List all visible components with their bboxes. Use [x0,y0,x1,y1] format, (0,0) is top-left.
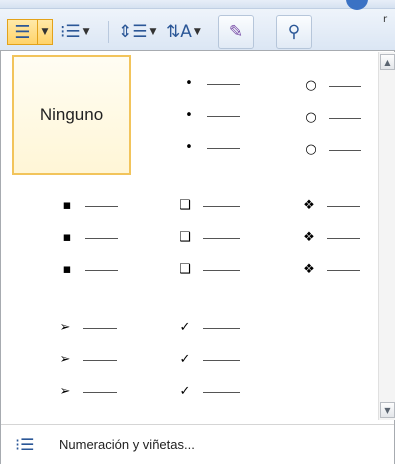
bullet-none-option[interactable]: Ninguno [12,55,131,175]
bullet-line [329,117,361,119]
bullet-arrow-icon: ➢ [59,384,71,399]
bullet-square-icon: ▪ [62,230,72,245]
scroll-down-icon[interactable]: ▼ [380,402,395,418]
bullets-list-icon: ⁝☰ [15,435,35,454]
bullet-line [203,327,240,329]
find-button[interactable]: ⚲ [276,15,312,49]
bullet-hollow-square-icon: ❑ [179,198,191,213]
scroll-up-icon[interactable]: ▲ [380,54,395,70]
bullet-line [203,205,240,207]
bullet-diamond-icon: ❖ [303,230,315,245]
bullet-hollow-square-icon: ❑ [179,262,191,277]
bullet-line [327,237,360,239]
bullet-line [203,359,240,361]
bullet-option-dot[interactable]: • • • [179,71,249,171]
bullet-option-circle[interactable]: ○ ○ ○ [301,73,373,173]
bullet-hollow-square-icon: ❑ [179,230,191,245]
bullet-option-hollow-square[interactable]: ❑ ❑ ❑ [175,199,249,279]
bullet-arrow-icon: ➢ [59,352,71,367]
vertical-scrollbar[interactable]: ▲ ▼ [378,52,395,420]
line-spacing-button[interactable]: ⇕☰ ▼ [118,19,156,45]
toolbar-separator [108,21,109,43]
bullet-line [207,83,240,85]
bullet-line [203,391,240,393]
bullet-line [83,327,117,329]
define-bullets-menu-item[interactable]: ⁝☰ Numeración y viñetas... [1,424,394,465]
bullets-split-button[interactable]: ☰ ▼ [7,19,53,45]
sort-icon: ⇅A [166,22,192,42]
bullet-line [329,85,361,87]
bullet-square-icon: ▪ [62,198,72,213]
bullet-line [203,269,240,271]
bullet-checkmark-icon: ✓ [179,384,191,399]
bullet-library-dropdown: Ninguno • • • ○ ○ ○ ▪ ▪ ▪ ❑ ❑ ❑ ❖ ❖ ❖ ➢ … [0,50,395,465]
bullet-option-checkmark[interactable]: ✓ ✓ ✓ [175,321,249,401]
chevron-down-icon[interactable]: ▼ [149,27,156,37]
line-spacing-icon: ⇕☰ [118,22,148,42]
bullet-dot-icon: • [185,108,193,123]
bullet-line [207,147,240,149]
numbering-icon: ⁝☰ [60,22,81,42]
bullet-line [329,149,361,151]
bullet-library-grid: Ninguno • • • ○ ○ ○ ▪ ▪ ▪ ❑ ❑ ❑ ❖ ❖ ❖ ➢ … [1,51,377,421]
bullet-line [85,205,118,207]
chevron-down-icon[interactable]: ▼ [83,27,90,37]
bullet-dot-icon: • [185,76,193,91]
bullet-line [83,359,117,361]
define-bullets-label: Numeración y viñetas... [59,437,195,452]
numbering-button[interactable]: ⁝☰ ▼ [60,19,90,45]
bullet-checkmark-icon: ✓ [179,320,191,335]
bullet-line [327,269,360,271]
bullet-option-arrow[interactable]: ➢ ➢ ➢ [55,321,129,401]
bullet-checkmark-icon: ✓ [179,352,191,367]
bullet-dot-icon: • [185,140,193,155]
bullet-line [85,269,118,271]
bullet-circle-icon: ○ [305,110,317,125]
ribbon-top-strip [0,0,395,9]
bullet-circle-icon: ○ [305,78,317,93]
bullet-arrow-icon: ➢ [59,320,71,335]
chevron-down-icon[interactable]: ▼ [194,27,201,37]
bullet-diamond-icon: ❖ [303,198,315,213]
truncated-label: r [383,14,388,25]
bullet-circle-icon: ○ [305,142,317,157]
bullet-line [83,391,117,393]
bullet-diamond-icon: ❖ [303,262,315,277]
styles-icon: ✎ [228,22,244,42]
chevron-down-icon[interactable]: ▼ [38,20,52,44]
ribbon-toolbar: r ☰ ▼ ⁝☰ ▼ ⇕☰ ▼ ⇅A ▼ ✎ ⚲ [0,0,395,51]
bullet-line [85,237,118,239]
bullet-option-square[interactable]: ▪ ▪ ▪ [57,199,127,279]
bullet-none-label: Ninguno [39,105,104,124]
binoculars-icon: ⚲ [287,22,301,42]
bullet-line [203,237,240,239]
bullet-line [207,115,240,117]
bullet-line [327,205,360,207]
sort-button[interactable]: ⇅A ▼ [166,19,201,45]
styles-button[interactable]: ✎ [218,15,254,49]
bullet-option-diamond[interactable]: ❖ ❖ ❖ [299,199,373,279]
bullet-square-icon: ▪ [62,262,72,277]
bullets-icon[interactable]: ☰ [8,20,38,44]
